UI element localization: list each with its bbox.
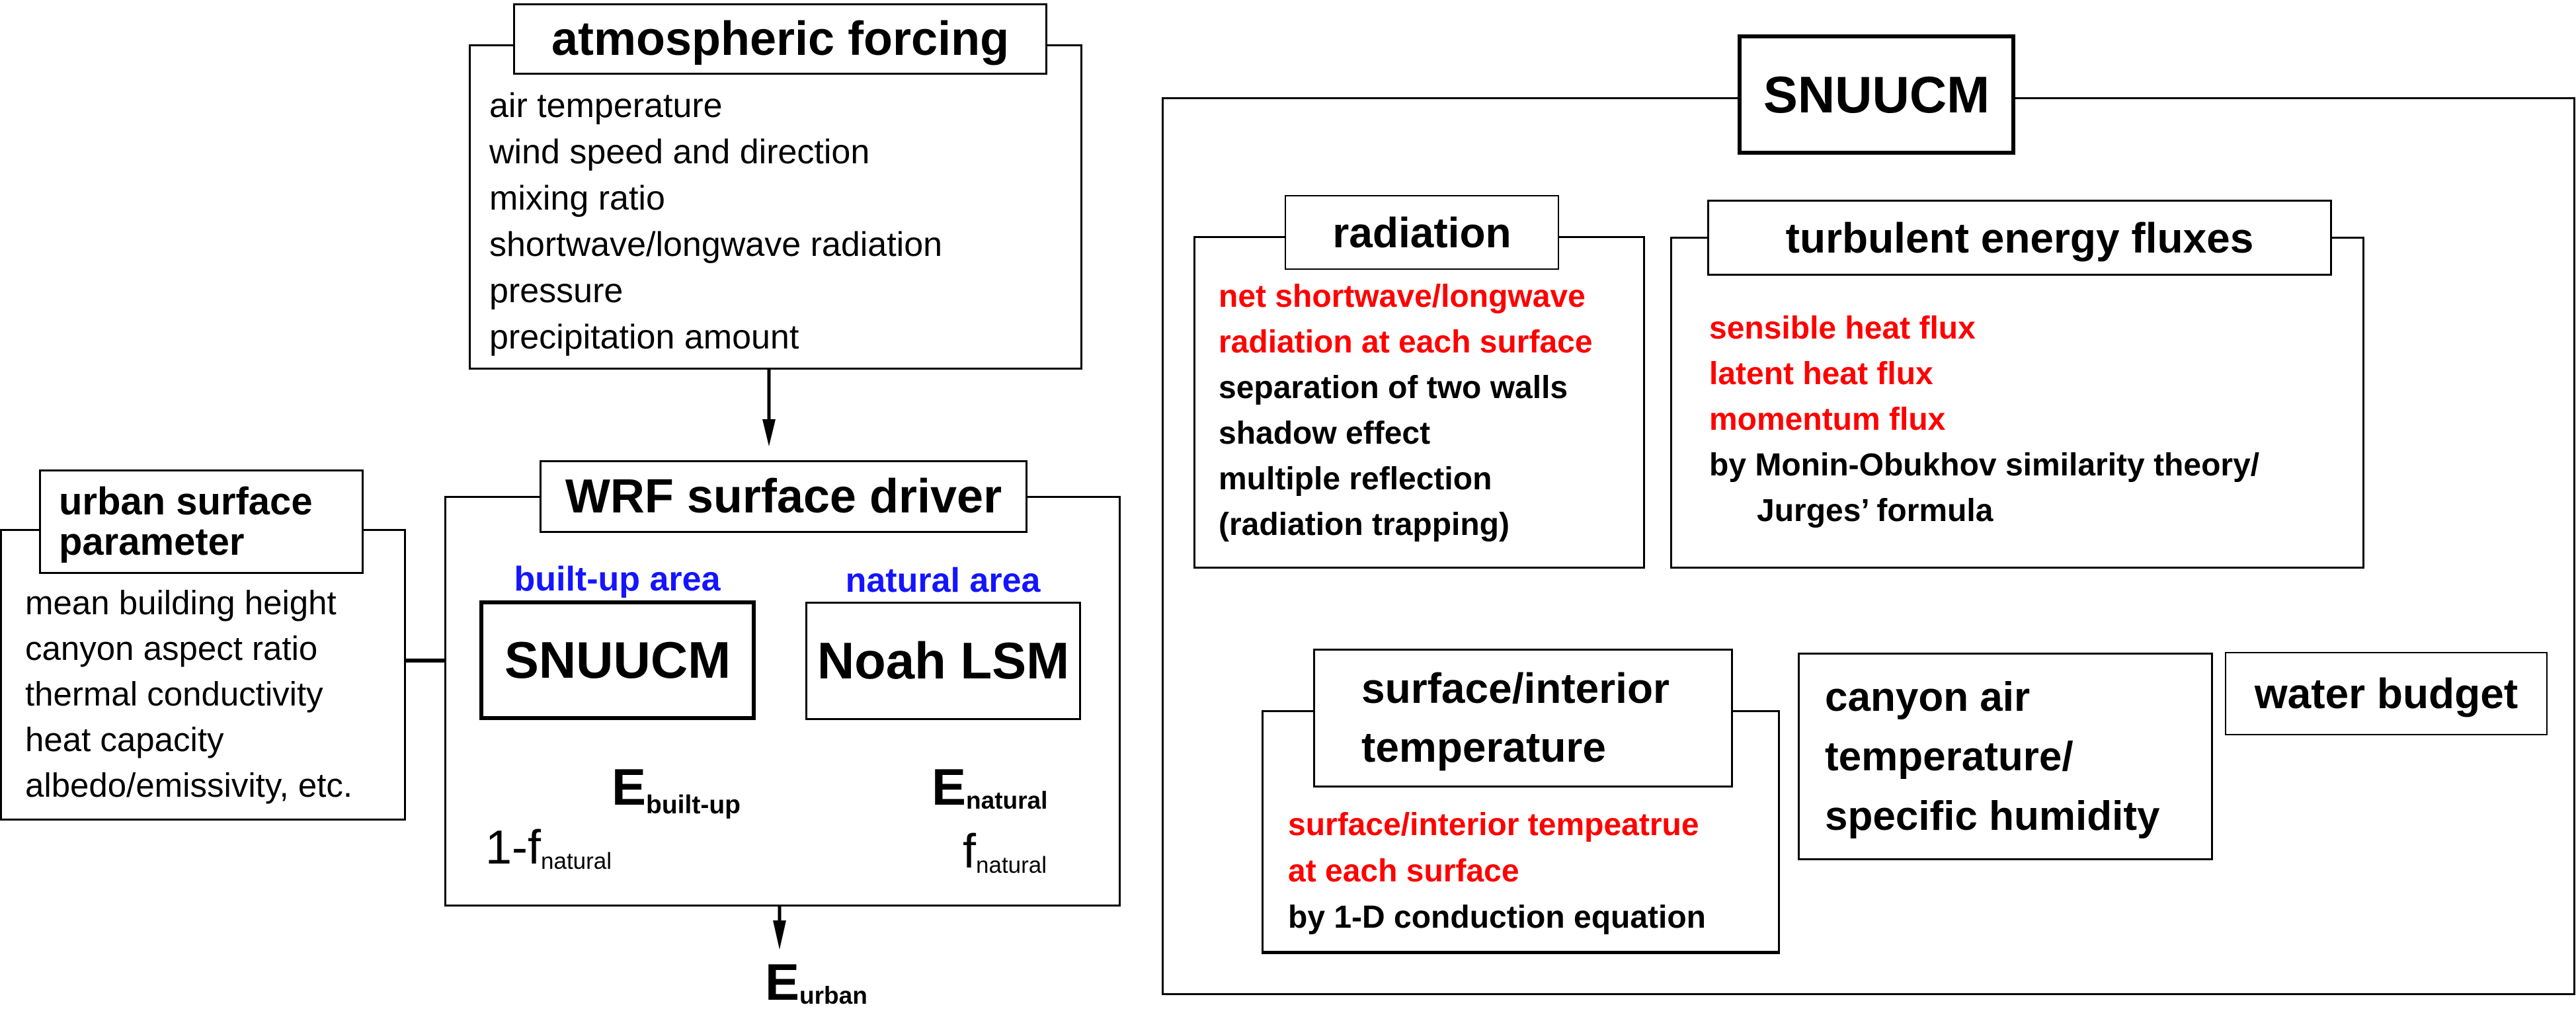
snuucm-model-text: SNUUCM (504, 631, 731, 689)
atmospheric-forcing-title: atmospheric forcing (513, 3, 1047, 75)
atmospheric-forcing-title-text: atmospheric forcing (551, 13, 1010, 65)
parameter-item: mean building height (25, 584, 337, 622)
snuucm-model-box: SNUUCM (479, 600, 756, 720)
weight-natural-label: fnatural (963, 828, 1047, 877)
snuucm-detail-title: SNUUCM (1738, 34, 2015, 155)
canyon-air-text: canyon air temperature/ specific humidit… (1825, 668, 2159, 846)
forcing-item: precipitation amount (489, 318, 799, 356)
parameter-item: albedo/emissivity, etc. (25, 766, 353, 804)
surface-interior-title: surface/interior temperature (1313, 649, 1733, 788)
turbulent-item: sensible heat flux (1709, 311, 1976, 346)
wrf-title-text: WRF surface driver (565, 470, 1002, 523)
wrf-surface-driver-title: WRF surface driver (540, 460, 1027, 533)
turbulent-item: by Monin-Obukhov similarity theory/ (1709, 448, 2260, 483)
radiation-item: multiple reflection (1219, 462, 1492, 497)
surface-interior-title-text: surface/interior temperature (1361, 659, 1670, 777)
urban-parameter-list: mean building height canyon aspect ratio… (25, 580, 352, 808)
radiation-item: shadow effect (1219, 416, 1431, 451)
weight-builtup-label: 1-fnatural (485, 824, 612, 873)
parameter-item: heat capacity (25, 721, 224, 758)
surface-interior-item: at each surface (1288, 854, 1519, 889)
radiation-title: radiation (1285, 195, 1559, 270)
e-natural-label: Enatural (932, 761, 1047, 813)
arrow-atmos-to-wrf (762, 369, 776, 446)
radiation-item: separation of two walls (1219, 370, 1568, 405)
e-urban-subscript: urban (799, 982, 867, 1009)
forcing-item: wind speed and direction (489, 133, 870, 171)
forcing-item: air temperature (489, 87, 723, 125)
turbulent-title-text: turbulent energy fluxes (1785, 214, 2254, 262)
urban-title-line: urban surface (59, 480, 313, 523)
e-symbol: E (932, 758, 967, 816)
surface-interior-item: by 1-D conduction equation (1288, 900, 1706, 935)
canyon-air-panel: canyon air temperature/ specific humidit… (1798, 653, 2213, 860)
radiation-list: net shortwave/longwave radiation at each… (1219, 274, 1593, 547)
atmospheric-forcing-list: air temperature wind speed and direction… (489, 83, 942, 360)
surface-interior-item: surface/interior tempeatrue (1288, 807, 1699, 842)
parameter-item: canyon aspect ratio (25, 629, 318, 667)
e-natural-subscript: natural (966, 787, 1048, 814)
canyon-line: canyon air (1825, 674, 2031, 720)
natural-area-label: natural area (845, 561, 1041, 600)
surface-interior-list: surface/interior tempeatrue at each surf… (1288, 802, 1706, 941)
snuucm-detail-title-text: SNUUCM (1763, 65, 1990, 124)
urban-surface-parameter-title: urban surface parameter (39, 469, 364, 574)
weight-natural-main: f (963, 825, 977, 878)
radiation-item: radiation at each surface (1219, 325, 1593, 360)
built-up-area-label: built-up area (514, 560, 721, 598)
surface-interior-title-line: temperature (1361, 723, 1606, 771)
turbulent-fluxes-title: turbulent energy fluxes (1707, 200, 2332, 276)
parameter-item: thermal conductivity (25, 675, 323, 713)
radiation-item: net shortwave/longwave (1219, 279, 1586, 314)
e-urban-label: Eurban (765, 956, 867, 1008)
e-builtup-subscript: built-up (646, 791, 741, 819)
noah-lsm-model-box: Noah LSM (805, 602, 1081, 720)
radiation-item: (radiation trapping) (1219, 507, 1509, 542)
e-builtup-label: Ebuilt-up (612, 761, 741, 818)
urban-title-line: parameter (59, 520, 245, 563)
weight-builtup-main: 1-f (485, 821, 542, 874)
forcing-item: shortwave/longwave radiation (489, 225, 943, 264)
water-budget-panel: water budget (2225, 652, 2548, 735)
radiation-title-text: radiation (1332, 208, 1511, 257)
turbulent-item: latent heat flux (1709, 356, 1933, 391)
canyon-line: temperature/ (1825, 734, 2073, 780)
turbulent-list: sensible heat flux latent heat flux mome… (1709, 305, 2259, 534)
turbulent-item: momentum flux (1709, 402, 1946, 437)
forcing-item: pressure (489, 272, 624, 310)
forcing-item: mixing ratio (489, 179, 665, 218)
water-budget-text: water budget (2254, 670, 2518, 717)
e-symbol: E (612, 758, 647, 816)
urban-title-text: urban surface parameter (59, 481, 313, 562)
e-symbol: E (765, 953, 800, 1011)
surface-interior-title-line: surface/interior (1361, 665, 1670, 712)
turbulent-item: Jurges’ formula (1757, 493, 1993, 528)
noah-lsm-model-text: Noah LSM (817, 631, 1070, 690)
canyon-line: specific humidity (1825, 793, 2160, 839)
weight-builtup-subscript: natural (541, 848, 612, 874)
weight-natural-subscript: natural (976, 852, 1047, 878)
